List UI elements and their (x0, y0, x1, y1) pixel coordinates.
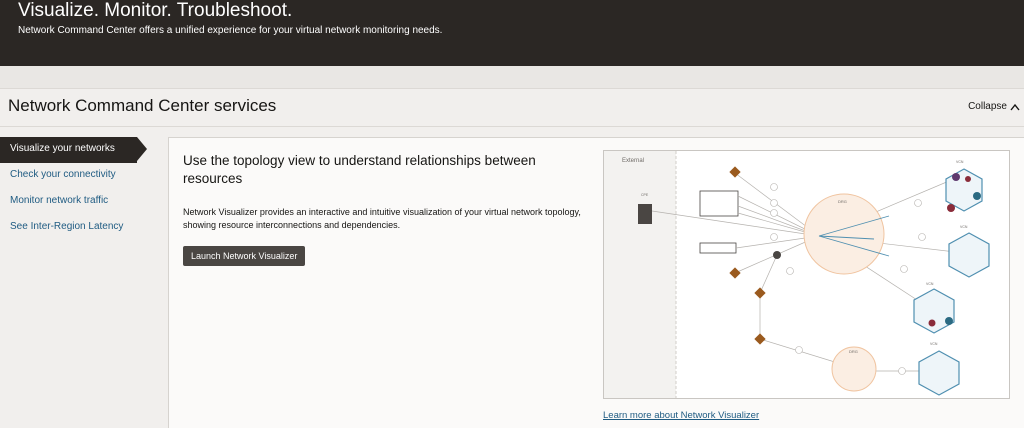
section-title: Network Command Center services (8, 96, 277, 115)
collapse-label: Collapse (968, 101, 1007, 112)
nav-item-latency[interactable]: See Inter-Region Latency (0, 215, 160, 241)
gateway-dot (773, 251, 781, 259)
nav-item-visualize[interactable]: Visualize your networks (0, 137, 147, 163)
launch-network-visualizer-button[interactable]: Launch Network Visualizer (183, 246, 306, 266)
drg-circle-main (803, 193, 885, 275)
vcn-label-2: VCN (960, 225, 968, 229)
drg-label-main: DRG (838, 199, 847, 204)
external-region (604, 151, 676, 398)
panel-heading: Use the topology view to understand rela… (183, 153, 536, 186)
hero-subtitle: Network Command Center offers a unified … (18, 25, 443, 36)
vcn-label-3: VCN (926, 282, 934, 286)
section-divider (0, 126, 1024, 127)
hero-title: Visualize. Monitor. Troubleshoot. (18, 0, 293, 21)
external-label: External (622, 158, 644, 164)
hero-banner: Visualize. Monitor. Troubleshoot. Networ… (0, 0, 1024, 66)
collapse-button[interactable]: Collapse (968, 101, 1020, 112)
vcn-label-4: VCN (930, 342, 938, 346)
drg-label-secondary: DRG (849, 349, 858, 354)
divider-strip (0, 66, 1024, 89)
learn-more-link[interactable]: Learn more about Network Visualizer (603, 410, 759, 421)
chevron-up-icon (1010, 103, 1020, 110)
services-nav: Visualize your networks Check your conne… (0, 137, 160, 241)
panel-description: Network Visualizer provides an interacti… (183, 207, 581, 230)
cpe-label: CPE (641, 193, 649, 197)
nav-item-connectivity[interactable]: Check your connectivity (0, 163, 160, 189)
vcn-label-1: VCN (956, 160, 964, 164)
nav-item-traffic[interactable]: Monitor network traffic (0, 189, 160, 215)
topology-illustration: External CPE DRG DRG VCN VCN VCN VCN (603, 150, 1010, 399)
route-tables (699, 190, 739, 254)
topology-diagram: External CPE DRG DRG VCN VCN VCN VCN (604, 151, 990, 398)
content-panel: Use the topology view to understand rela… (168, 137, 1024, 428)
